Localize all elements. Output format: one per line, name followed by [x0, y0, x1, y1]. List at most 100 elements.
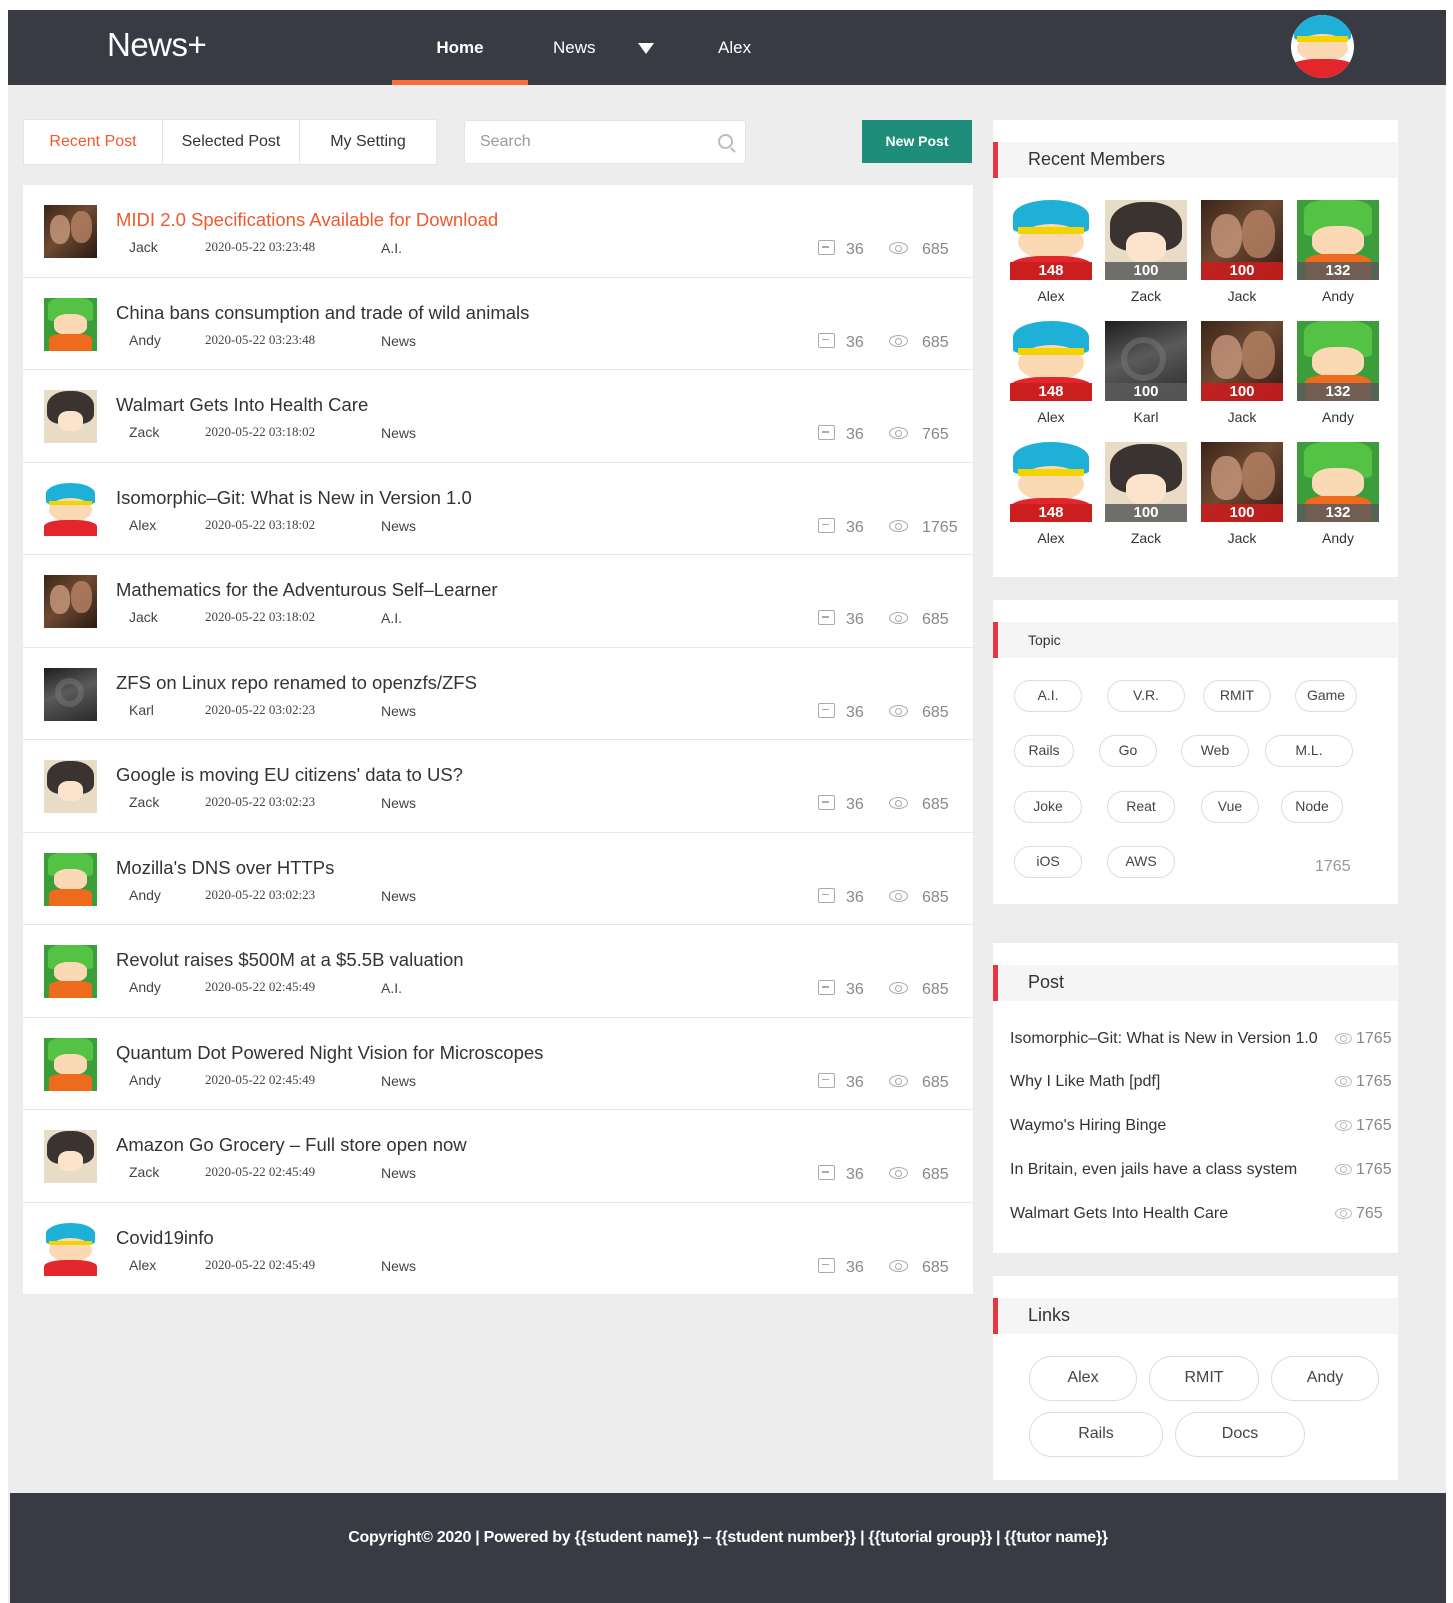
member-name[interactable]: Andy [1297, 530, 1379, 546]
post-title[interactable]: Revolut raises $500M at a $5.5B valuatio… [116, 949, 464, 971]
topic-tag[interactable]: V.R. [1107, 680, 1185, 712]
link-button[interactable]: RMIT [1149, 1356, 1259, 1401]
popular-post-title[interactable]: In Britain, even jails have a class syst… [1010, 1161, 1322, 1179]
member-avatar[interactable]: 132 [1297, 321, 1379, 401]
member-avatar[interactable]: 100 [1105, 442, 1187, 522]
author-avatar[interactable] [44, 1222, 97, 1276]
member-name[interactable]: Andy [1297, 288, 1379, 304]
post-row[interactable]: China bans consumption and trade of wild… [23, 278, 973, 370]
chevron-down-icon[interactable] [638, 43, 654, 54]
post-author[interactable]: Alex [129, 517, 179, 533]
author-avatar[interactable] [44, 205, 97, 258]
post-category[interactable]: News [381, 888, 416, 904]
member-name[interactable]: Zack [1105, 288, 1187, 304]
user-avatar[interactable] [1291, 15, 1354, 78]
post-author[interactable]: Jack [129, 609, 179, 625]
post-category[interactable]: A.I. [381, 240, 402, 256]
topic-tag[interactable]: Vue [1201, 791, 1259, 823]
post-author[interactable]: Andy [129, 332, 179, 348]
post-row[interactable]: Walmart Gets Into Health Care Zack 2020-05… [23, 370, 973, 463]
author-avatar[interactable] [44, 482, 97, 536]
nav-news[interactable]: News [553, 10, 596, 85]
post-author[interactable]: Karl [129, 702, 179, 718]
post-author[interactable]: Zack [129, 1164, 179, 1180]
link-button[interactable]: Docs [1175, 1412, 1305, 1457]
author-avatar[interactable] [44, 1037, 97, 1091]
topic-tag[interactable]: M.L. [1265, 735, 1353, 767]
member-avatar[interactable]: 100 [1201, 321, 1283, 401]
tab-recent-post[interactable]: Recent Post [23, 119, 163, 165]
author-avatar[interactable] [44, 297, 97, 351]
popular-post-item[interactable]: Walmart Gets Into Health Care 765 [1010, 1205, 1390, 1227]
member-card[interactable]: 100 Zack [1105, 442, 1187, 546]
post-author[interactable]: Andy [129, 1072, 179, 1088]
nav-user[interactable]: Alex [718, 10, 751, 85]
post-row[interactable]: Revolut raises $500M at a $5.5B valuatio… [23, 925, 973, 1018]
member-avatar[interactable]: 100 [1201, 442, 1283, 522]
popular-post-item[interactable]: Isomorphic–Git: What is New in Version 1… [1010, 1030, 1392, 1052]
member-name[interactable]: Karl [1105, 409, 1187, 425]
post-row[interactable]: Mozilla's DNS over HTTPs Andy 2020-05-22 0… [23, 833, 973, 925]
tab-selected-post[interactable]: Selected Post [162, 119, 300, 165]
post-row[interactable]: Mathematics for the Adventurous Self–Lea… [23, 555, 973, 648]
member-card[interactable]: 148 Alex [1010, 200, 1092, 304]
search-input[interactable] [465, 121, 695, 163]
author-avatar[interactable] [44, 575, 97, 628]
member-name[interactable]: Alex [1010, 409, 1092, 425]
post-row[interactable]: Quantum Dot Powered Night Vision for Mic… [23, 1018, 973, 1110]
tab-my-setting[interactable]: My Setting [299, 119, 437, 165]
member-avatar[interactable]: 148 [1010, 321, 1092, 401]
post-title[interactable]: Covid19info [116, 1227, 214, 1249]
member-avatar[interactable]: 148 [1010, 200, 1092, 280]
topic-tag[interactable]: Go [1099, 735, 1157, 767]
member-name[interactable]: Jack [1201, 288, 1283, 304]
post-row[interactable]: Amazon Go Grocery – Full store open now Z… [23, 1110, 973, 1203]
popular-post-title[interactable]: Waymo's Hiring Binge [1010, 1117, 1322, 1135]
popular-post-item[interactable]: Why I Like Math [pdf] 1765 [1010, 1073, 1392, 1095]
post-category[interactable]: A.I. [381, 980, 402, 996]
member-name[interactable]: Alex [1010, 288, 1092, 304]
post-row[interactable]: Google is moving EU citizens' data to US… [23, 740, 973, 833]
member-name[interactable]: Jack [1201, 409, 1283, 425]
post-row[interactable]: ZFS on Linux repo renamed to openzfs/ZFS… [23, 648, 973, 740]
member-avatar[interactable]: 100 [1105, 200, 1187, 280]
post-author[interactable]: Jack [129, 239, 179, 255]
post-title[interactable]: MIDI 2.0 Specifications Available for Do… [116, 209, 498, 231]
post-category[interactable]: News [381, 703, 416, 719]
member-name[interactable]: Alex [1010, 530, 1092, 546]
post-category[interactable]: News [381, 425, 416, 441]
post-title[interactable]: Mathematics for the Adventurous Self–Lea… [116, 579, 498, 601]
post-category[interactable]: News [381, 1165, 416, 1181]
member-avatar[interactable]: 100 [1105, 321, 1187, 401]
post-category[interactable]: News [381, 795, 416, 811]
author-avatar[interactable] [44, 852, 97, 906]
post-title[interactable]: Amazon Go Grocery – Full store open now [116, 1134, 467, 1156]
author-avatar[interactable] [44, 1130, 97, 1183]
member-name[interactable]: Andy [1297, 409, 1379, 425]
author-avatar[interactable] [44, 390, 97, 443]
topic-tag[interactable]: Node [1281, 791, 1343, 823]
post-author[interactable]: Andy [129, 979, 179, 995]
post-category[interactable]: News [381, 1073, 416, 1089]
member-card[interactable]: 132 Andy [1297, 442, 1379, 546]
author-avatar[interactable] [44, 945, 97, 998]
member-avatar[interactable]: 132 [1297, 200, 1379, 280]
author-avatar[interactable] [44, 760, 97, 813]
member-avatar[interactable]: 100 [1201, 200, 1283, 280]
topic-tag[interactable]: Reat [1107, 791, 1175, 823]
nav-home[interactable]: Home [392, 10, 528, 85]
topic-tag[interactable]: Joke [1014, 791, 1082, 823]
link-button[interactable]: Andy [1271, 1356, 1379, 1401]
brand-logo[interactable]: News+ [107, 26, 207, 64]
member-name[interactable]: Zack [1105, 530, 1187, 546]
topic-tag[interactable]: Web [1181, 735, 1249, 767]
post-title[interactable]: Walmart Gets Into Health Care [116, 394, 368, 416]
post-category[interactable]: News [381, 518, 416, 534]
post-row[interactable]: MIDI 2.0 Specifications Available for Do… [23, 185, 973, 278]
post-author[interactable]: Andy [129, 887, 179, 903]
post-title[interactable]: Isomorphic–Git: What is New in Version 1… [116, 487, 472, 509]
popular-post-item[interactable]: In Britain, even jails have a class syst… [1010, 1161, 1392, 1183]
post-author[interactable]: Zack [129, 424, 179, 440]
member-avatar[interactable]: 132 [1297, 442, 1379, 522]
member-card[interactable]: 132 Andy [1297, 321, 1379, 425]
